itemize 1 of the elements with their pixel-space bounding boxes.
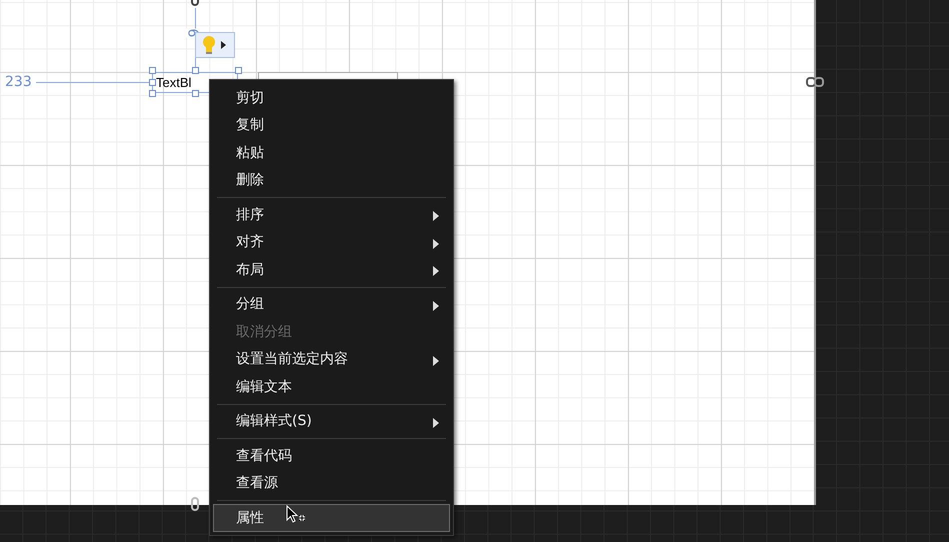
- margin-value: 233: [5, 74, 32, 90]
